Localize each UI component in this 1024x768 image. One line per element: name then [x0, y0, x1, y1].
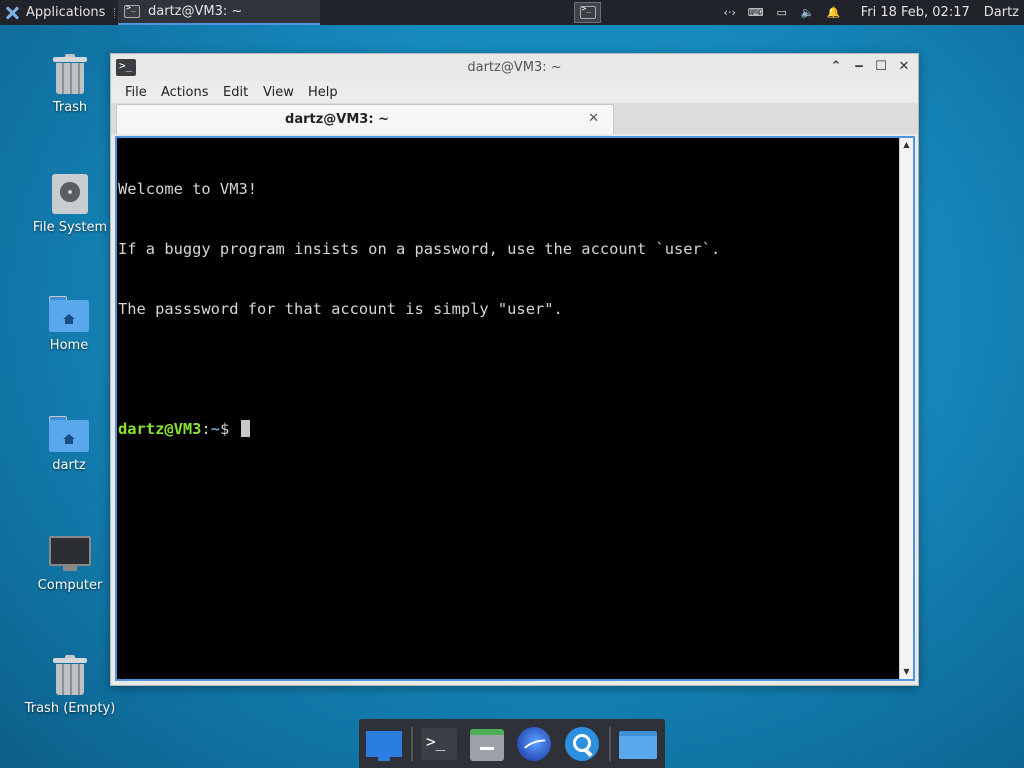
- window-titlebar[interactable]: dartz@VM3: ~ ⌃ ‒ ☐ ✕: [111, 54, 918, 81]
- terminal-line: The passsword for that account is simply…: [118, 300, 563, 318]
- clock[interactable]: Fri 18 Feb, 02:17: [861, 5, 970, 20]
- notification-bell-icon[interactable]: 🔔: [825, 6, 843, 20]
- menu-actions[interactable]: Actions: [161, 85, 209, 100]
- user-menu[interactable]: Dartz: [984, 5, 1019, 20]
- top-panel: Applications dartz@VM3: ~ ‹·› ⌨ ▭ 🔈 🔔 Fr…: [0, 0, 1024, 25]
- desktop-icon-label: Trash: [52, 100, 88, 115]
- vertical-scrollbar[interactable]: ▲ ▼: [899, 138, 913, 679]
- desktop-icon-label: File System: [32, 220, 108, 235]
- menu-help[interactable]: Help: [308, 85, 338, 100]
- terminal-line: If a buggy program insists on a password…: [118, 240, 721, 258]
- menu-view[interactable]: View: [263, 85, 294, 100]
- desktop-icon-label: Computer: [37, 578, 103, 593]
- applications-label: Applications: [26, 5, 106, 20]
- close-button[interactable]: ✕: [895, 58, 913, 76]
- desktop-icon-computer[interactable]: Computer: [20, 536, 120, 593]
- desktop-icon-label: Home: [49, 338, 89, 353]
- menu-edit[interactable]: Edit: [223, 85, 248, 100]
- scroll-down-icon[interactable]: ▼: [900, 666, 913, 678]
- applications-menu[interactable]: Applications: [4, 0, 105, 25]
- terminal-icon: [579, 4, 596, 19]
- tab-bar: dartz@VM3: ~ ✕: [111, 103, 918, 134]
- drive-icon: [52, 174, 88, 214]
- dock-separator: [609, 727, 611, 761]
- prompt-line: dartz@VM3:~$: [118, 419, 899, 439]
- network-icon[interactable]: ‹·›: [721, 6, 739, 20]
- desktop-icon-label: dartz: [52, 458, 86, 473]
- desktop-icon-trash[interactable]: Trash: [20, 54, 120, 115]
- terminal-output[interactable]: Welcome to VM3! If a buggy program insis…: [117, 138, 899, 679]
- trash-icon: [53, 54, 87, 94]
- terminal-icon[interactable]: [419, 725, 459, 763]
- workspace-switcher[interactable]: [574, 2, 601, 23]
- app-finder-icon[interactable]: [563, 725, 603, 763]
- show-desktop-icon[interactable]: [364, 725, 404, 763]
- home-folder-icon: [49, 416, 89, 452]
- minimize-button[interactable]: ‒: [850, 58, 868, 76]
- dock-separator: [411, 727, 413, 761]
- prompt-path: ~: [210, 420, 220, 438]
- system-tray: ‹·› ⌨ ▭ 🔈 🔔 Fri 18 Feb, 02:17 Dartz: [717, 0, 1024, 25]
- desktop-icon-home[interactable]: Home: [19, 296, 119, 353]
- maximize-button[interactable]: ☐: [872, 58, 890, 76]
- terminal-area[interactable]: Welcome to VM3! If a buggy program insis…: [115, 136, 915, 681]
- menubar: File Actions Edit View Help: [111, 81, 918, 103]
- trash-icon: [53, 655, 87, 695]
- desktop-icon-label: Trash (Empty): [24, 701, 116, 716]
- volume-icon[interactable]: 🔈: [799, 6, 817, 20]
- prompt-symbol: $: [219, 420, 239, 438]
- terminal-line: Welcome to VM3!: [118, 180, 257, 198]
- desktop-icon-file-system[interactable]: File System: [20, 174, 120, 235]
- window-title: dartz@VM3: ~: [467, 60, 562, 75]
- file-manager-icon[interactable]: [467, 725, 507, 763]
- taskbar-window-button[interactable]: dartz@VM3: ~: [118, 0, 320, 25]
- keyboard-icon[interactable]: ⌨: [747, 6, 765, 20]
- menu-file[interactable]: File: [125, 85, 147, 100]
- panel-separator: [114, 8, 117, 18]
- computer-icon: [49, 536, 91, 572]
- close-tab-icon[interactable]: ✕: [588, 111, 599, 126]
- prompt-user-host: dartz@VM3: [118, 420, 202, 438]
- display-icon[interactable]: ▭: [773, 6, 791, 20]
- scroll-up-icon[interactable]: ▲: [900, 139, 913, 151]
- desktop-icon-trash-empty[interactable]: Trash (Empty): [20, 655, 120, 716]
- tab-title: dartz@VM3: ~: [285, 112, 389, 127]
- terminal-tab[interactable]: dartz@VM3: ~ ✕: [116, 104, 614, 134]
- terminal-window: dartz@VM3: ~ ⌃ ‒ ☐ ✕ File Actions Edit V…: [110, 53, 919, 686]
- xfce-logo-icon: [4, 5, 20, 21]
- prompt-separator: :: [201, 420, 211, 438]
- text-cursor: [240, 420, 250, 437]
- desktop-icon-dartz[interactable]: dartz: [19, 416, 119, 473]
- shade-button[interactable]: ⌃: [827, 58, 845, 76]
- dock: [359, 719, 665, 768]
- home-folder-icon: [49, 296, 89, 332]
- terminal-icon: [124, 3, 140, 18]
- folder-icon[interactable]: [617, 725, 657, 763]
- web-browser-icon[interactable]: [515, 725, 555, 763]
- taskbar-window-title: dartz@VM3: ~: [148, 4, 243, 19]
